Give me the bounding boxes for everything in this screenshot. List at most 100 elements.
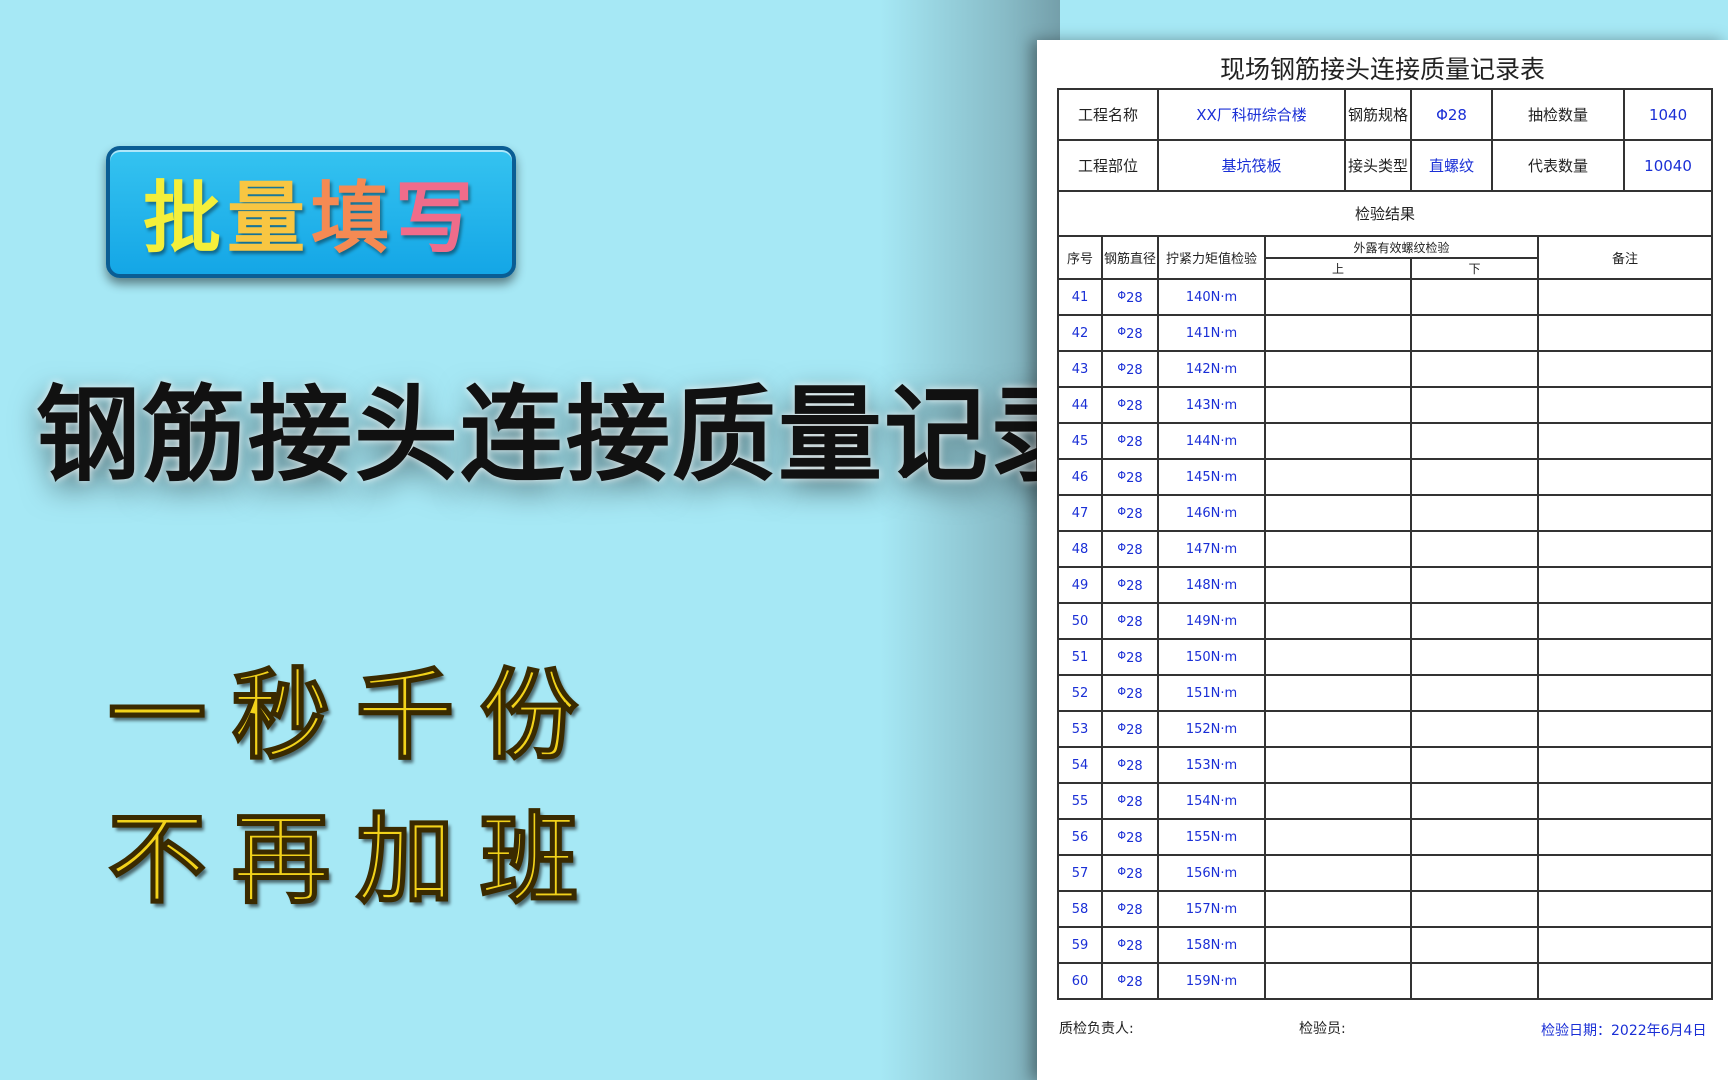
row-remark xyxy=(1537,314,1714,352)
phi-symbol: Φ xyxy=(1117,648,1127,662)
table-row: 58 Φ28 157N·m xyxy=(1057,890,1714,928)
row-thread-lower xyxy=(1410,350,1540,388)
phi-symbol: Φ xyxy=(1117,396,1127,410)
table-row: 48 Φ28 147N·m xyxy=(1057,530,1714,568)
row-thread-lower xyxy=(1410,890,1540,928)
rebar-spec-label: 钢筋规格 xyxy=(1344,88,1413,141)
row-no: 54 xyxy=(1057,746,1103,784)
row-diameter: Φ28 xyxy=(1100,926,1160,964)
row-remark xyxy=(1537,494,1714,532)
phi-symbol: Φ xyxy=(1117,540,1127,554)
table-row: 54 Φ28 153N·m xyxy=(1057,746,1714,784)
row-diameter-value: 28 xyxy=(1126,398,1143,414)
row-diameter: Φ28 xyxy=(1100,386,1160,424)
row-diameter-value: 28 xyxy=(1126,938,1143,954)
table-row: 47 Φ28 146N·m xyxy=(1057,494,1714,532)
row-no: 48 xyxy=(1057,530,1103,568)
row-torque: 142N·m xyxy=(1157,350,1267,388)
inspection-result-label: 检验结果 xyxy=(1056,190,1714,237)
row-diameter-value: 28 xyxy=(1126,506,1143,522)
row-torque: 140N·m xyxy=(1157,278,1267,316)
row-torque: 154N·m xyxy=(1157,782,1267,820)
phi-symbol: Φ xyxy=(1117,504,1127,518)
row-diameter-value: 28 xyxy=(1126,758,1143,774)
row-no: 46 xyxy=(1057,458,1103,496)
row-remark xyxy=(1537,278,1714,316)
row-no: 51 xyxy=(1057,638,1103,676)
row-thread-upper xyxy=(1264,962,1413,1000)
row-thread-lower xyxy=(1410,854,1540,892)
row-diameter: Φ28 xyxy=(1100,674,1160,712)
row-diameter-value: 28 xyxy=(1126,866,1143,882)
row-thread-upper xyxy=(1264,350,1413,388)
phi-symbol: Φ xyxy=(1117,864,1127,878)
column-header-row-1: 序号 钢筋直径 拧紧力矩值检验 外露有效螺纹检验 备注 xyxy=(1057,235,1714,280)
row-torque: 144N·m xyxy=(1157,422,1267,460)
row-torque: 155N·m xyxy=(1157,818,1267,856)
row-diameter: Φ28 xyxy=(1100,278,1160,316)
row-diameter: Φ28 xyxy=(1100,854,1160,892)
slogan-line-1: 一秒千份 xyxy=(107,657,605,774)
row-diameter: Φ28 xyxy=(1100,746,1160,784)
batch-fill-badge: 批 量 填 写 xyxy=(106,146,516,278)
sample-qty-value: 1040 xyxy=(1623,88,1714,141)
background-shade xyxy=(880,0,1060,1080)
row-thread-lower xyxy=(1410,674,1540,712)
row-thread-lower xyxy=(1410,926,1540,964)
phi-symbol: Φ xyxy=(1117,972,1127,986)
row-thread-upper xyxy=(1264,926,1413,964)
record-form-document: 现场钢筋接头连接质量记录表 工程名称 XX厂科研综合楼 钢筋规格 Φ28 抽检数… xyxy=(1037,40,1728,1080)
row-no: 56 xyxy=(1057,818,1103,856)
phi-symbol: Φ xyxy=(1117,612,1127,626)
info-row-1: 工程名称 XX厂科研综合楼 钢筋规格 Φ28 抽检数量 1040 xyxy=(1056,88,1714,141)
table-row: 56 Φ28 155N·m xyxy=(1057,818,1714,856)
row-torque: 146N·m xyxy=(1157,494,1267,532)
table-row: 45 Φ28 144N·m xyxy=(1057,422,1714,460)
row-no: 59 xyxy=(1057,926,1103,964)
row-diameter: Φ28 xyxy=(1100,314,1160,352)
row-no: 58 xyxy=(1057,890,1103,928)
phi-symbol: Φ xyxy=(1117,432,1127,446)
rep-qty-label: 代表数量 xyxy=(1491,139,1626,192)
row-thread-upper xyxy=(1264,530,1413,568)
row-thread-upper xyxy=(1264,746,1413,784)
row-diameter: Φ28 xyxy=(1100,602,1160,640)
row-no: 47 xyxy=(1057,494,1103,532)
phi-symbol: Φ xyxy=(1117,828,1127,842)
column-lower: 下 xyxy=(1410,257,1540,280)
row-thread-upper xyxy=(1264,890,1413,928)
row-remark xyxy=(1537,854,1714,892)
row-diameter: Φ28 xyxy=(1100,710,1160,748)
row-thread-upper xyxy=(1264,458,1413,496)
phi-symbol: Φ xyxy=(1117,468,1127,482)
row-torque: 151N·m xyxy=(1157,674,1267,712)
row-thread-lower xyxy=(1410,818,1540,856)
row-torque: 159N·m xyxy=(1157,962,1267,1000)
row-torque: 150N·m xyxy=(1157,638,1267,676)
table-row: 57 Φ28 156N·m xyxy=(1057,854,1714,892)
row-remark xyxy=(1537,890,1714,928)
row-thread-upper xyxy=(1264,638,1413,676)
table-row: 52 Φ28 151N·m xyxy=(1057,674,1714,712)
row-torque: 147N·m xyxy=(1157,530,1267,568)
joint-type-value: 直螺纹 xyxy=(1410,139,1494,192)
row-diameter-value: 28 xyxy=(1126,794,1143,810)
row-thread-lower xyxy=(1410,494,1540,532)
phi-symbol: Φ xyxy=(1117,684,1127,698)
table-row: 60 Φ28 159N·m xyxy=(1057,962,1714,1000)
row-torque: 141N·m xyxy=(1157,314,1267,352)
row-diameter: Φ28 xyxy=(1100,782,1160,820)
row-diameter: Φ28 xyxy=(1100,962,1160,1000)
table-row: 43 Φ28 142N·m xyxy=(1057,350,1714,388)
table-row: 55 Φ28 154N·m xyxy=(1057,782,1714,820)
row-torque: 148N·m xyxy=(1157,566,1267,604)
row-diameter-value: 28 xyxy=(1126,290,1143,306)
row-thread-lower xyxy=(1410,314,1540,352)
badge-char: 写 xyxy=(395,173,480,264)
phi-symbol: Φ xyxy=(1117,900,1127,914)
row-thread-upper xyxy=(1264,818,1413,856)
row-no: 60 xyxy=(1057,962,1103,1000)
row-thread-upper xyxy=(1264,710,1413,748)
project-part-label: 工程部位 xyxy=(1056,139,1160,192)
table-row: 44 Φ28 143N·m xyxy=(1057,386,1714,424)
